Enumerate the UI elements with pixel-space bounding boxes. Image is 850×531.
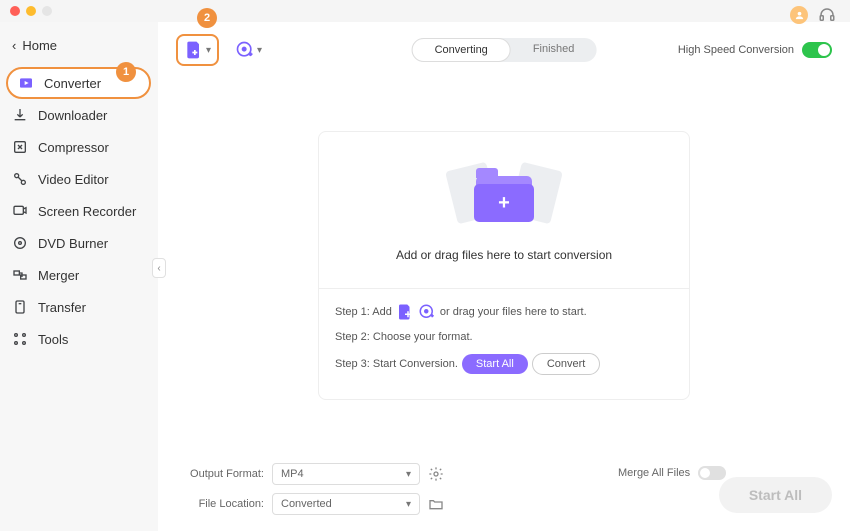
step3-text: Step 3: Start Conversion. — [335, 358, 458, 370]
sidebar-item-label: Tools — [38, 332, 68, 347]
chevron-down-icon: ▾ — [406, 469, 411, 480]
high-speed-group: High Speed Conversion — [678, 42, 832, 58]
step-3: Step 3: Start Conversion. Start All Conv… — [335, 353, 673, 375]
toolbar: ▾ ▾ Converting Finished High Speed Conve… — [158, 22, 850, 78]
add-group: ▾ ▾ — [176, 34, 268, 66]
add-disc-icon — [235, 40, 255, 60]
chevron-left-icon: ‹ — [12, 38, 16, 53]
tab-group: Converting Finished — [412, 38, 597, 62]
add-file-button[interactable]: ▾ — [176, 34, 219, 66]
file-location-select[interactable]: Converted ▾ — [272, 493, 420, 515]
recorder-icon — [12, 203, 28, 219]
sidebar-item-merger[interactable]: Merger — [0, 259, 157, 291]
callout-badge-2: 2 — [197, 8, 217, 28]
step1-suffix: or drag your files here to start. — [440, 306, 587, 318]
dvd-icon — [12, 235, 28, 251]
dropzone-text: Add or drag files here to start conversi… — [329, 248, 679, 262]
merge-group: Merge All Files — [618, 466, 726, 480]
merger-icon — [12, 267, 28, 283]
chevron-down-icon: ▾ — [257, 45, 262, 56]
tab-converting[interactable]: Converting — [412, 38, 511, 62]
add-file-icon — [184, 40, 204, 60]
file-location-label: File Location: — [176, 498, 264, 510]
chevron-down-icon: ▾ — [406, 499, 411, 510]
folder-illustration: + — [449, 162, 559, 232]
merge-label: Merge All Files — [618, 467, 690, 479]
sidebar-item-label: Video Editor — [38, 172, 109, 187]
output-format-label: Output Format: — [176, 468, 264, 480]
sidebar-item-label: Merger — [38, 268, 79, 283]
output-format-select[interactable]: MP4 ▾ — [272, 463, 420, 485]
editor-icon — [12, 171, 28, 187]
high-speed-toggle[interactable] — [802, 42, 832, 58]
sidebar-item-label: Transfer — [38, 300, 86, 315]
step-1: Step 1: Add or drag your files here to s… — [335, 303, 673, 321]
dropzone-top: + Add or drag files here to start conver… — [319, 132, 689, 288]
output-format-row: Output Format: MP4 ▾ — [176, 463, 444, 485]
tab-finished[interactable]: Finished — [511, 38, 597, 62]
sidebar-item-label: Converter — [44, 76, 101, 91]
settings-icon[interactable] — [428, 466, 444, 482]
compressor-icon — [12, 139, 28, 155]
home-link[interactable]: ‹ Home — [0, 30, 157, 61]
content-area: + Add or drag files here to start conver… — [158, 78, 850, 453]
output-format-value: MP4 — [281, 468, 304, 480]
sidebar-item-transfer[interactable]: Transfer — [0, 291, 157, 323]
close-window-button[interactable] — [10, 6, 20, 16]
sidebar-item-label: Screen Recorder — [38, 204, 136, 219]
step1-prefix: Step 1: Add — [335, 306, 392, 318]
add-disc-icon[interactable] — [418, 303, 436, 321]
chevron-down-icon: ▾ — [206, 45, 211, 56]
window-chrome — [0, 0, 850, 22]
step-2: Step 2: Choose your format. — [335, 331, 673, 343]
add-disc-button[interactable]: ▾ — [229, 34, 268, 66]
file-location-value: Converted — [281, 498, 332, 510]
sidebar-item-label: DVD Burner — [38, 236, 108, 251]
maximize-window-button[interactable] — [42, 6, 52, 16]
add-file-icon[interactable] — [396, 303, 414, 321]
collapse-sidebar-button[interactable]: ‹ — [152, 258, 166, 278]
start-all-button[interactable]: Start All — [462, 354, 528, 374]
transfer-icon — [12, 299, 28, 315]
sidebar-item-tools[interactable]: Tools — [0, 323, 157, 355]
open-folder-icon[interactable] — [428, 496, 444, 512]
sidebar-item-video-editor[interactable]: Video Editor — [0, 163, 157, 195]
downloader-icon — [12, 107, 28, 123]
dropzone[interactable]: + Add or drag files here to start conver… — [318, 131, 690, 400]
footer: Output Format: MP4 ▾ File Location: Conv… — [158, 453, 850, 531]
sidebar-item-downloader[interactable]: Downloader — [0, 99, 157, 131]
nav-list: Converter Downloader Compressor Video Ed… — [0, 67, 157, 355]
file-location-row: File Location: Converted ▾ — [176, 493, 444, 515]
high-speed-label: High Speed Conversion — [678, 44, 794, 56]
sidebar: ‹ Home Converter Downloader Compressor V… — [0, 22, 158, 531]
minimize-window-button[interactable] — [26, 6, 36, 16]
converter-icon — [18, 75, 34, 91]
tools-icon — [12, 331, 28, 347]
callout-badge-1: 1 — [116, 62, 136, 82]
sidebar-item-label: Downloader — [38, 108, 107, 123]
main-panel: ▾ ▾ Converting Finished High Speed Conve… — [158, 22, 850, 531]
plus-icon: + — [474, 184, 534, 222]
sidebar-item-compressor[interactable]: Compressor — [0, 131, 157, 163]
convert-button[interactable]: Convert — [532, 353, 601, 375]
home-label: Home — [22, 38, 57, 53]
sidebar-item-screen-recorder[interactable]: Screen Recorder — [0, 195, 157, 227]
sidebar-item-dvd-burner[interactable]: DVD Burner — [0, 227, 157, 259]
merge-toggle[interactable] — [698, 466, 726, 480]
sidebar-item-label: Compressor — [38, 140, 109, 155]
dropzone-steps: Step 1: Add or drag your files here to s… — [319, 288, 689, 399]
start-all-main-button[interactable]: Start All — [719, 477, 832, 513]
